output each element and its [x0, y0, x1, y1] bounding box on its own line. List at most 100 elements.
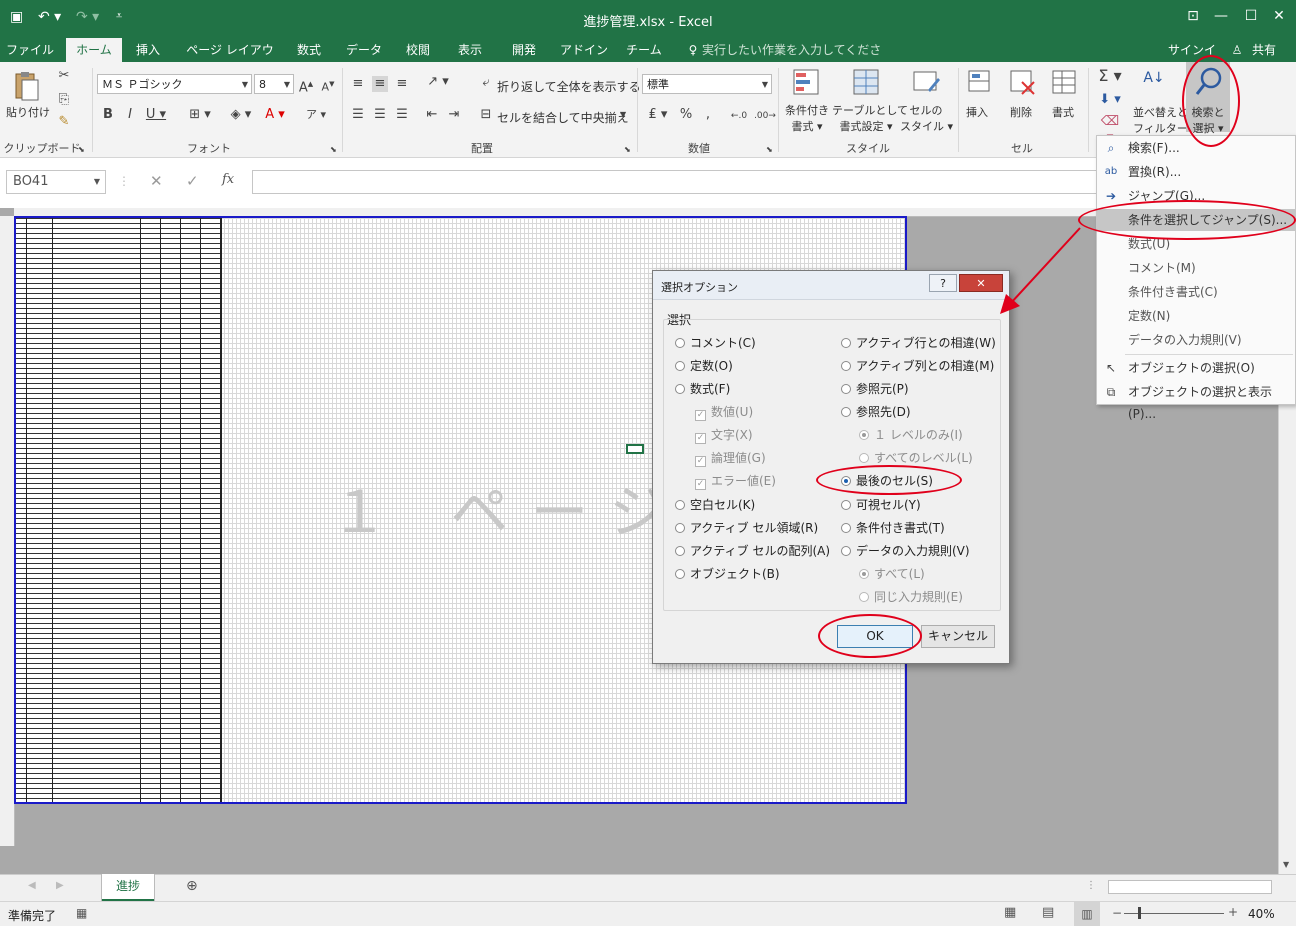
insert-function-icon[interactable]: fx — [222, 172, 234, 187]
wrap-text-icon[interactable]: ⤶ — [478, 75, 494, 91]
radio-option[interactable]: アクティブ列との相違(M) — [841, 357, 994, 374]
confirm-entry-icon[interactable]: ✓ — [186, 172, 199, 190]
cancel-entry-icon[interactable]: ✕ — [150, 172, 163, 190]
number-format-select[interactable]: 標準 ▼ — [642, 74, 772, 94]
checkbox-option[interactable]: ✓ 文字(X) — [695, 426, 753, 444]
tab-data[interactable]: データ — [342, 38, 386, 62]
delete-cells-button[interactable]: 削除 — [1010, 104, 1032, 120]
checkbox-icon[interactable]: ✓ — [695, 456, 706, 467]
radio-icon[interactable] — [841, 361, 851, 371]
radio-option[interactable]: すべてのレベル(L) — [859, 449, 973, 466]
radio-icon[interactable] — [675, 384, 685, 394]
radio-option[interactable]: １ レベルのみ(I) — [859, 426, 963, 443]
row-headers[interactable] — [0, 216, 15, 846]
decrease-decimal-icon[interactable]: .00→ — [754, 108, 776, 124]
radio-option[interactable]: オブジェクト(B) — [675, 565, 780, 582]
help-button[interactable]: ? — [929, 274, 957, 292]
tab-view[interactable]: 表示 — [450, 38, 490, 62]
format-as-table-icon[interactable] — [852, 68, 882, 98]
tab-team[interactable]: チーム — [622, 38, 666, 62]
name-box[interactable]: BO41 ▼ — [6, 170, 106, 194]
format-painter-icon[interactable]: ✎ — [56, 114, 72, 130]
radio-icon[interactable] — [859, 592, 869, 602]
increase-decimal-icon[interactable]: ←.0 — [728, 108, 750, 124]
radio-option[interactable]: 可視セル(Y) — [841, 496, 921, 513]
zoom-out-icon[interactable]: − — [1112, 906, 1122, 920]
format-cells-icon[interactable] — [1050, 68, 1080, 98]
radio-icon[interactable] — [859, 569, 869, 579]
align-right-icon[interactable]: ☰ — [394, 107, 410, 123]
zoom-level[interactable]: 40% — [1248, 907, 1275, 921]
menu-item-comments[interactable]: コメント(M) — [1097, 257, 1295, 279]
horizontal-scrollbar[interactable] — [1108, 880, 1272, 894]
tab-review[interactable]: 校閲 — [398, 38, 438, 62]
bold-icon[interactable]: B — [100, 107, 116, 123]
menu-item-data-validation[interactable]: データの入力規則(V) — [1097, 329, 1295, 351]
tab-file[interactable]: ファイル — [4, 38, 56, 62]
dialog-launcher-icon[interactable]: ⬊ — [330, 142, 337, 158]
radio-icon[interactable] — [841, 338, 851, 348]
menu-item-conditional-formatting[interactable]: 条件付き書式(C) — [1097, 281, 1295, 303]
scroll-down-icon[interactable]: ▼ — [1283, 860, 1289, 869]
percent-icon[interactable]: % — [678, 107, 694, 123]
ribbon-display-options-icon[interactable]: ⊡ — [1178, 8, 1208, 24]
radio-icon[interactable] — [841, 407, 851, 417]
font-size-select[interactable]: 8 ▼ — [254, 74, 294, 94]
tell-me-input[interactable]: 実行したい作業を入力してください... — [702, 38, 902, 81]
phonetic-icon[interactable]: ア ▾ — [304, 107, 328, 123]
scroll-left-icon[interactable]: ◀ — [28, 880, 36, 891]
radio-icon[interactable] — [859, 430, 869, 440]
normal-view-icon[interactable]: ▦ — [1004, 905, 1016, 920]
increase-font-icon[interactable]: A▲ — [298, 76, 314, 96]
radio-option[interactable]: 条件付き書式(T) — [841, 519, 945, 536]
align-left-icon[interactable]: ☰ — [350, 107, 366, 123]
zoom-slider-handle[interactable] — [1138, 907, 1141, 919]
zoom-in-icon[interactable]: + — [1228, 905, 1238, 919]
sheet-tab[interactable]: 進捗 — [102, 874, 154, 901]
page-layout-view-icon[interactable]: ▤ — [1042, 905, 1054, 920]
menu-item-constants[interactable]: 定数(N) — [1097, 305, 1295, 327]
insert-cells-button[interactable]: 挿入 — [966, 104, 988, 120]
dialog-launcher-icon[interactable]: ⬊ — [766, 142, 773, 158]
radio-option[interactable]: コメント(C) — [675, 334, 756, 351]
tab-home[interactable]: ホーム — [66, 38, 122, 62]
comma-style-icon[interactable]: , — [700, 107, 716, 123]
menu-item-selection-pane[interactable]: ⧉ オブジェクトの選択と表示(P)... — [1097, 381, 1295, 421]
fill-color-icon[interactable]: ◈ ▾ — [228, 107, 254, 123]
tab-page-layout[interactable]: ページ レイアウト — [182, 38, 278, 81]
radio-option[interactable]: 数式(F) — [675, 380, 730, 397]
active-cell[interactable] — [626, 444, 644, 454]
increase-indent-icon[interactable]: ⇥ — [446, 107, 462, 123]
tab-insert[interactable]: 挿入 — [128, 38, 168, 62]
radio-icon[interactable] — [859, 453, 869, 463]
radio-icon[interactable] — [675, 523, 685, 533]
dialog-launcher-icon[interactable]: ⬊ — [78, 142, 85, 158]
orientation-icon[interactable]: ↗ ▾ — [424, 74, 452, 90]
tab-developer[interactable]: 開発 — [504, 38, 544, 62]
wrap-text-button[interactable]: 折り返して全体を表示する — [497, 78, 641, 95]
conditional-formatting-label[interactable]: 条件付き 書式 ▾ — [784, 102, 830, 134]
checkbox-option[interactable]: ✓ エラー値(E) — [695, 472, 776, 490]
radio-option[interactable]: データの入力規則(V) — [841, 542, 970, 559]
dialog-launcher-icon[interactable]: ⬊ — [624, 142, 631, 158]
format-cells-button[interactable]: 書式 — [1052, 104, 1074, 120]
currency-icon[interactable]: ₤ ▾ — [644, 107, 672, 123]
radio-option[interactable]: 参照元(P) — [841, 380, 909, 397]
align-bottom-icon[interactable]: ≡ — [394, 76, 410, 92]
radio-option[interactable]: アクティブ セルの配列(A) — [675, 542, 830, 559]
fill-icon[interactable]: ⬇ ▾ — [1096, 92, 1124, 108]
decrease-font-icon[interactable]: A▼ — [320, 76, 336, 96]
close-icon[interactable]: ✕ — [1264, 8, 1294, 24]
conditional-formatting-icon[interactable] — [792, 68, 822, 98]
radio-option[interactable]: アクティブ行との相違(W) — [841, 334, 996, 351]
align-center-icon[interactable]: ☰ — [372, 107, 388, 123]
radio-icon[interactable] — [841, 546, 851, 556]
merge-center-button[interactable]: セルを結合して中央揃え — [497, 109, 629, 126]
radio-icon[interactable] — [675, 546, 685, 556]
align-middle-icon[interactable]: ≡ — [372, 76, 388, 92]
cell-styles-label[interactable]: セルの スタイル ▾ — [900, 102, 953, 134]
radio-icon[interactable] — [841, 500, 851, 510]
menu-item-replace[interactable]: ab 置換(R)... — [1097, 161, 1295, 183]
radio-icon[interactable] — [675, 500, 685, 510]
radio-option[interactable]: 定数(O) — [675, 357, 733, 374]
